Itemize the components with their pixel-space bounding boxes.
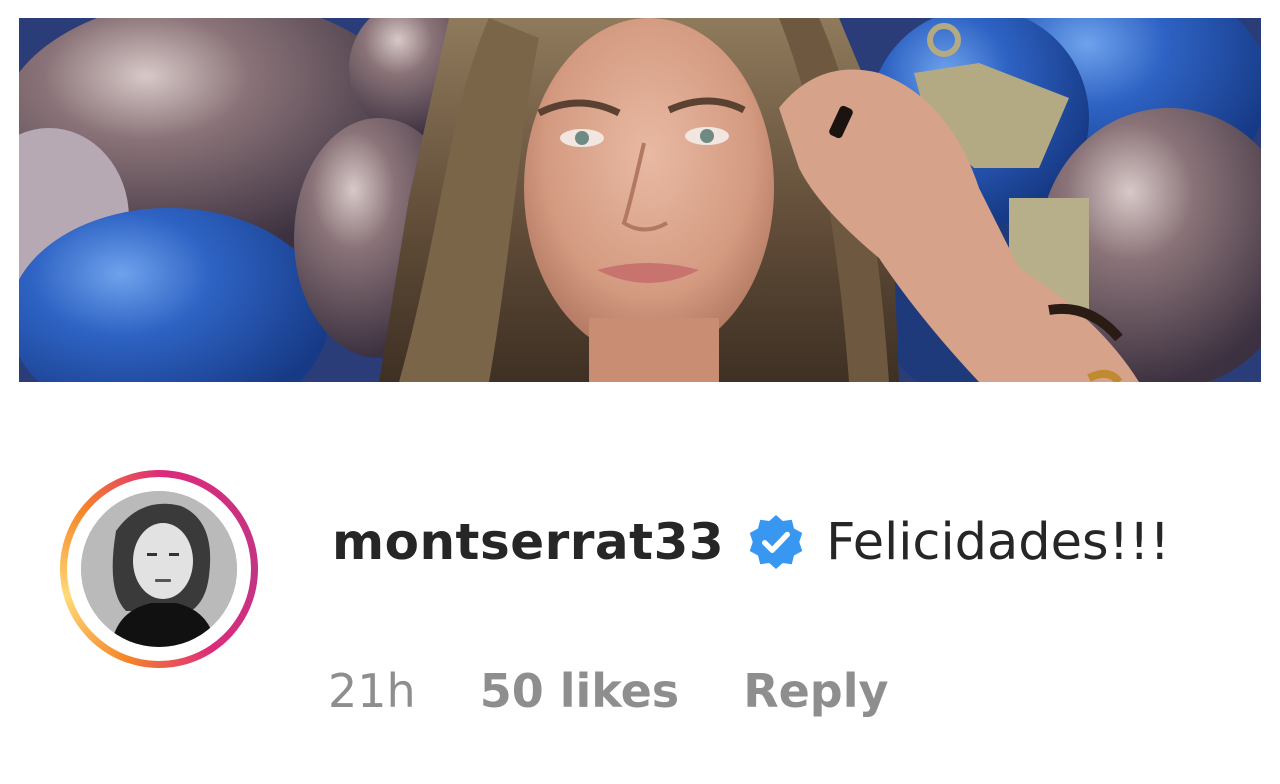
- comment-timestamp: 21h: [328, 664, 416, 718]
- comment-username[interactable]: montserrat33: [332, 513, 724, 571]
- verified-badge-icon: [746, 512, 806, 572]
- comment-meta: 21h 50 likes Reply: [328, 660, 889, 722]
- avatar-story-ring[interactable]: [60, 470, 258, 668]
- reply-button[interactable]: Reply: [743, 664, 888, 718]
- comment-screenshot: montserrat33 Felicidades!!! 21h 50 likes…: [0, 0, 1280, 784]
- avatar[interactable]: [81, 491, 237, 647]
- post-photo: [19, 18, 1261, 382]
- comment-likes-count[interactable]: 50 likes: [480, 664, 680, 718]
- comment-body: montserrat33 Felicidades!!!: [332, 500, 1170, 584]
- comment-text: Felicidades!!!: [826, 512, 1170, 572]
